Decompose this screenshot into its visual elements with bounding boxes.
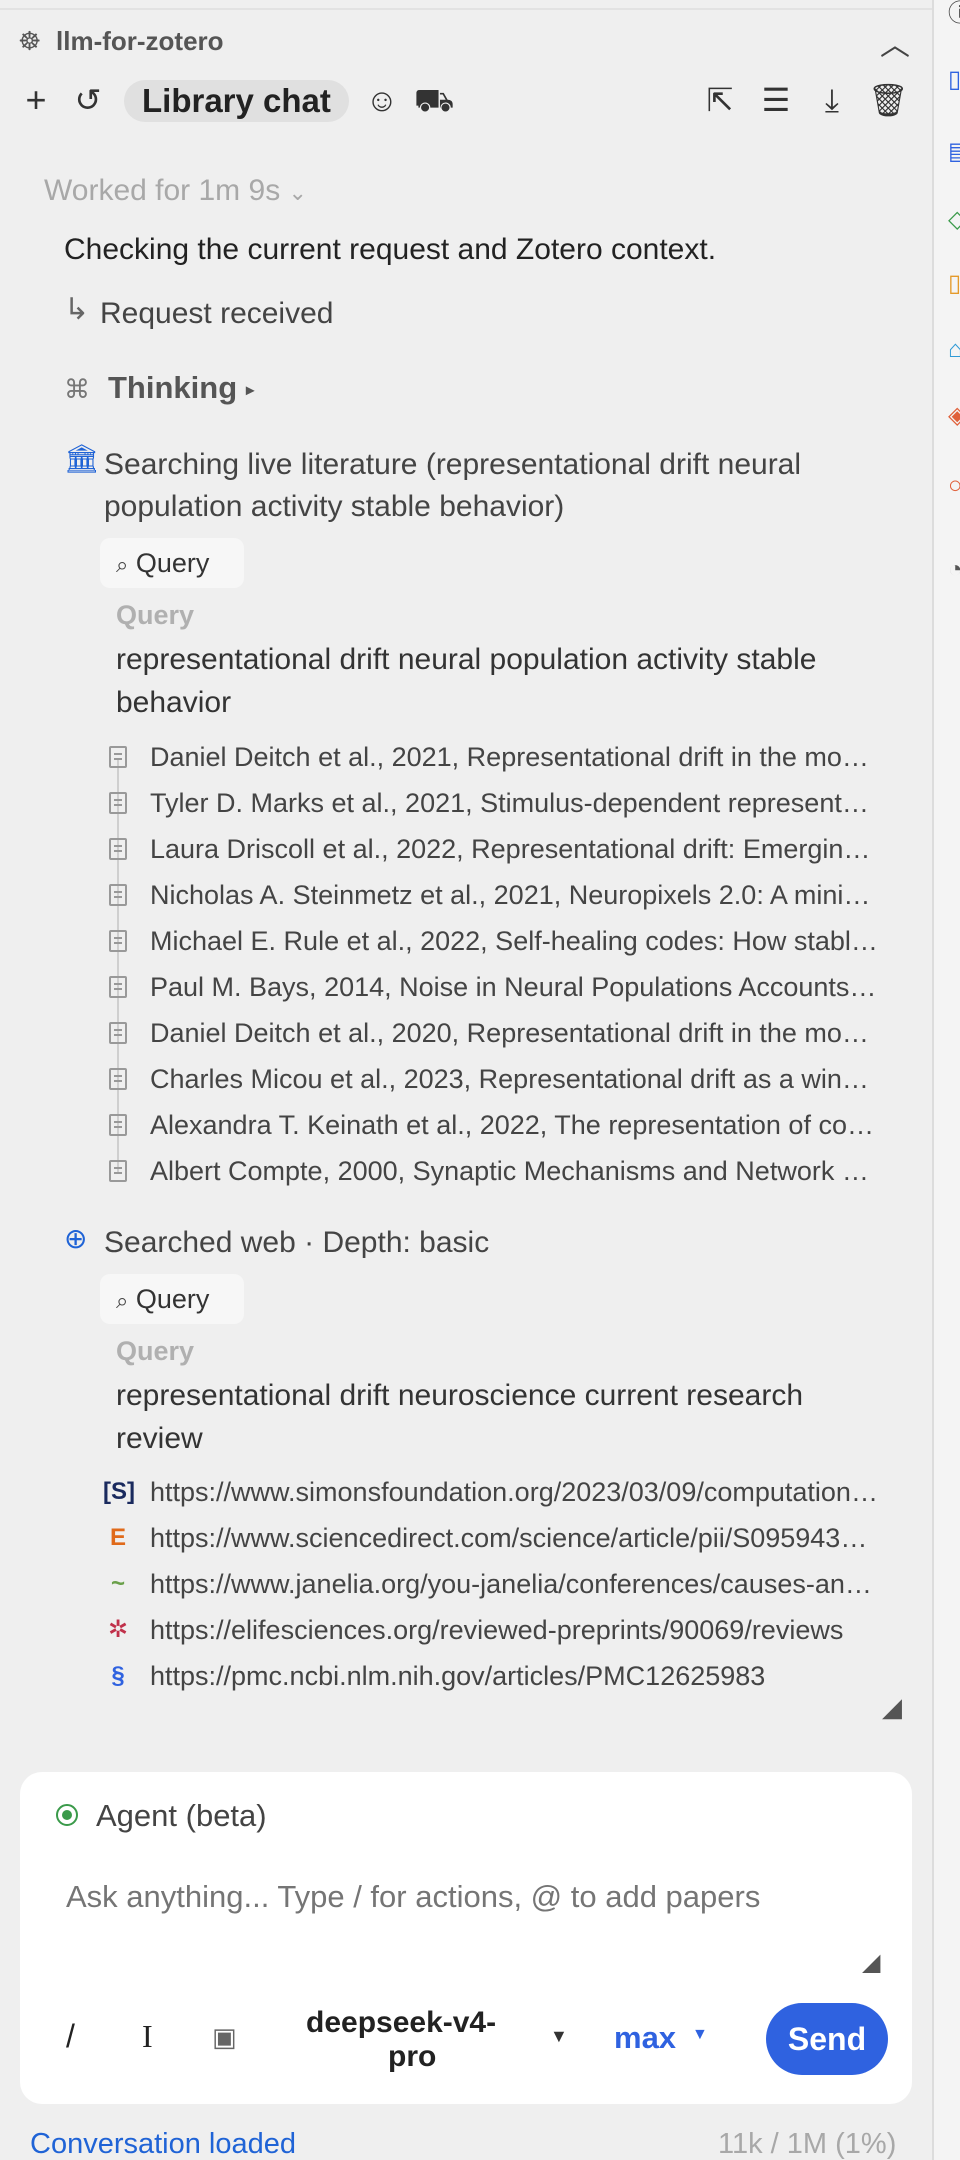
sidebar-note-icon[interactable]: ▤	[948, 138, 960, 166]
sidebar-clock-icon[interactable]: ◔	[948, 556, 960, 584]
lit-search-title-1: Searching live literature (representatio…	[104, 448, 802, 481]
text-cursor-icon[interactable]: I	[142, 2018, 153, 2055]
lit-results-connector	[117, 758, 119, 1174]
lit-result-item[interactable]: Daniel Deitch et al., 2021, Representati…	[150, 740, 880, 774]
sidebar-shield-icon[interactable]: ◈	[948, 402, 960, 430]
model-name-line2[interactable]: pro	[388, 2040, 436, 2074]
document-icon	[109, 792, 127, 814]
history-icon[interactable]: ↺	[68, 80, 108, 120]
agent-mode-label[interactable]: Agent (beta)	[96, 1798, 267, 1834]
simons-foundation-icon: [S]	[103, 1478, 135, 1505]
lit-result-item[interactable]: Michael E. Rule et al., 2022, Self-heali…	[150, 924, 880, 958]
slash-command-icon[interactable]: /	[66, 2018, 75, 2055]
web-query-label: Query	[116, 1336, 195, 1366]
token-usage: 11k / 1M (1%)	[718, 2128, 897, 2160]
document-icon	[109, 1022, 127, 1044]
document-icon	[109, 1114, 127, 1136]
document-icon	[109, 976, 127, 998]
lit-result-item[interactable]: Laura Driscoll et al., 2022, Representat…	[150, 832, 880, 866]
effort-dropdown-icon[interactable]: ▼	[692, 2026, 708, 2044]
sidebar-library-icon[interactable]: ⌂	[948, 336, 960, 364]
sidebar-doc-icon[interactable]: ▯	[948, 66, 960, 94]
model-name-line1[interactable]: deepseek-v4-	[306, 2006, 496, 2040]
message-input[interactable]	[66, 1868, 886, 1926]
document-icon	[109, 1068, 127, 1090]
web-result-link[interactable]: https://www.sciencedirect.com/science/ar…	[150, 1521, 880, 1555]
thinking-toggle[interactable]: Thinking ▸	[108, 370, 255, 406]
chat-bubble-icon[interactable]: ☺	[362, 80, 402, 120]
lit-result-item[interactable]: Nicholas A. Steinmetz et al., 2021, Neur…	[150, 878, 880, 912]
elife-icon: ✲	[107, 1616, 129, 1643]
pmc-icon: §	[111, 1662, 125, 1689]
right-sidebar-strip: ⓘ ▯ ▤ ◇ ▯ ⌂ ◈ ○ ◔	[932, 0, 960, 2160]
lit-result-item[interactable]: Charles Micou et al., 2023, Representati…	[150, 1062, 880, 1096]
search-icon: ⌕	[116, 1288, 129, 1313]
agent-status-dot-inner	[62, 1810, 72, 1820]
lit-query-chip[interactable]: ⌕ Query	[100, 538, 244, 588]
web-result-link[interactable]: https://pmc.ncbi.nlm.nih.gov/articles/PM…	[150, 1659, 880, 1693]
lit-result-item[interactable]: Alexandra T. Keinath et al., 2022, The r…	[150, 1108, 880, 1142]
checking-text: Checking the current request and Zotero …	[64, 233, 717, 266]
lit-result-item[interactable]: Albert Compte, 2000, Synaptic Mechanisms…	[150, 1154, 880, 1188]
lit-result-item[interactable]: Daniel Deitch et al., 2020, Representati…	[150, 1016, 880, 1050]
web-result-link[interactable]: https://www.janelia.org/you-janelia/conf…	[150, 1567, 880, 1601]
lit-result-item[interactable]: Paul M. Bays, 2014, Noise in Neural Popu…	[150, 970, 880, 1004]
search-icon: ⌕	[116, 552, 129, 577]
open-external-icon[interactable]: ⇱	[700, 80, 740, 120]
sidebar-tag-icon[interactable]: ◇	[948, 206, 960, 234]
reply-arrow-icon: ↳	[64, 293, 90, 326]
document-icon	[109, 930, 127, 952]
settings-sliders-icon[interactable]: ☰	[756, 80, 796, 120]
lit-result-item[interactable]: Tyler D. Marks et al., 2021, Stimulus-de…	[150, 786, 880, 820]
web-query-chip[interactable]: ⌕ Query	[100, 1274, 244, 1324]
model-dropdown-icon[interactable]: ▼	[550, 2026, 568, 2047]
collapse-chevron-icon[interactable]: ︿	[880, 20, 910, 64]
chat-title[interactable]: Library chat	[124, 80, 349, 122]
web-result-link[interactable]: https://www.simonsfoundation.org/2023/03…	[150, 1475, 880, 1509]
expand-triangle-icon: ▸	[245, 379, 255, 400]
brain-icon: ⌘	[64, 374, 90, 404]
image-icon[interactable]: ▣	[212, 2022, 237, 2053]
chat-panel: ☸ llm-for-zotero ︿ + ↺ Library chat ☺ ⛟ …	[0, 0, 932, 2160]
send-button[interactable]: Send	[766, 2003, 888, 2075]
request-received-text: Request received	[100, 297, 334, 330]
elsevier-icon: E	[109, 1524, 126, 1551]
chevron-down-icon: ⌄	[288, 180, 307, 205]
web-result-link[interactable]: https://elifesciences.org/reviewed-prepr…	[150, 1613, 880, 1647]
download-icon[interactable]: ⤓	[812, 80, 852, 120]
conversation-status: Conversation loaded	[30, 2128, 297, 2160]
lit-query-label: Query	[116, 600, 195, 630]
lit-query-text: representational drift neural population…	[116, 643, 817, 719]
trash-icon[interactable]: 🗑	[868, 80, 909, 120]
sidebar-info-icon[interactable]: ⓘ	[948, 0, 960, 28]
document-icon	[109, 884, 127, 906]
sidebar-bookmark-icon[interactable]: ▯	[948, 270, 960, 298]
robot-icon[interactable]: ⛟	[414, 80, 454, 120]
document-icon	[109, 1160, 127, 1182]
sidebar-link-icon[interactable]: ○	[948, 472, 960, 500]
library-icon: 🏛	[64, 443, 100, 474]
llm-logo-icon: ☸	[18, 26, 42, 56]
top-divider	[0, 8, 932, 10]
new-chat-icon[interactable]: +	[16, 80, 56, 120]
lit-search-title-2: population activity stable behavior)	[104, 490, 565, 523]
janelia-icon: ~	[110, 1570, 125, 1597]
worked-for-label[interactable]: Worked for 1m 9s ⌄	[44, 174, 307, 208]
resize-handle-icon[interactable]: ◢	[882, 1692, 902, 1723]
web-query-text: representational drift neuroscience curr…	[116, 1379, 804, 1455]
web-search-title: Searched web · Depth: basic	[104, 1226, 490, 1259]
app-title: llm-for-zotero	[56, 26, 224, 56]
document-icon	[109, 746, 127, 768]
composer-resize-icon[interactable]: ◢	[862, 1948, 880, 1977]
document-icon	[109, 838, 127, 860]
effort-select[interactable]: max	[614, 2020, 676, 2056]
globe-icon: ⊕	[64, 1223, 88, 1254]
